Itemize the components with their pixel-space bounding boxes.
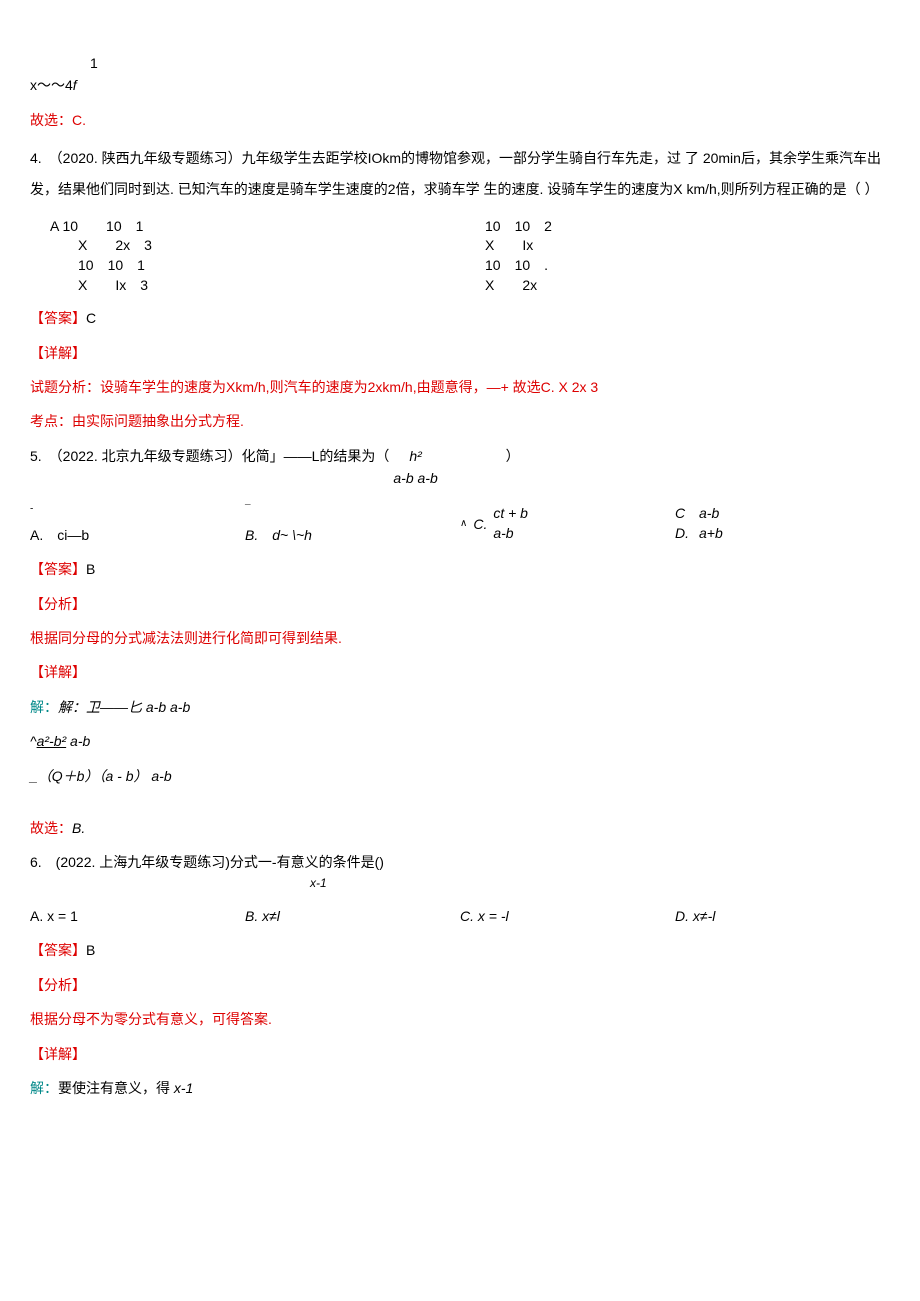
analyze-label: 【分析】: [30, 974, 890, 996]
q4-option-a-block: A 10 10 1 X 2x 3 10 10 1 X Ix 3: [50, 217, 455, 295]
q4-stem: 4. （2020. 陕西九年级专题练习）九年级学生去距学校IOkm的博物馆参观，…: [30, 143, 890, 205]
q6-solution-line: 解：要使注有意义，得 x-1: [30, 1077, 890, 1099]
q5-option-c: ∧ C. ct + ba-b: [460, 501, 675, 546]
answer-final-prefix: 故选：: [30, 820, 72, 836]
q4-options-right-block: 10 10 2 X Ix 10 10 . X 2x: [485, 217, 890, 295]
q6-stem: 6. (2022. 上海九年级专题练习)分式一-有意义的条件是() x-1: [30, 851, 890, 893]
answer-label: 【答案】: [30, 310, 86, 326]
answer-selection-c: 故选：C.: [30, 109, 890, 131]
q4-analysis-text: 试题分析：设骑车学生的速度为Xkm/h,则汽车的速度为2xkm/h,由题意得，—…: [30, 376, 890, 398]
q5-solution-line1: 解：解：卫——匕 a-b a-b: [30, 696, 890, 718]
q5-answer-final-value: B.: [72, 820, 85, 836]
detail-label: 【详解】: [30, 661, 890, 683]
q5-option-d: CD. a-ba+b: [675, 501, 890, 546]
fragment-line2: x～～4f: [30, 74, 890, 96]
q5-option-a: -A. ci—b: [30, 501, 245, 546]
q6-option-a: A. x = 1: [30, 905, 245, 927]
answer-label: 【答案】: [30, 942, 86, 958]
q5-solution-line3: _（Q＋b）（a - b） a-b: [30, 765, 890, 787]
q5-analyze-text: 根据同分母的分式减法法则进行化简即可得到结果.: [30, 627, 890, 649]
q5-stem: 5. （2022. 北京九年级专题练习）化简」——L的结果为（ h² a-b a…: [30, 445, 890, 490]
q4-point-text: 考点：由实际问题抽象出分式方程.: [30, 410, 890, 432]
q5-option-b: ¯B. d~ \~h: [245, 501, 460, 546]
q5-solution-line2: ^a²-b² a-b: [30, 730, 890, 752]
detail-label: 【详解】: [30, 1043, 890, 1065]
q4-answer-value: C: [86, 310, 96, 326]
q6-analyze-text: 根据分母不为零分式有意义，可得答案.: [30, 1008, 890, 1030]
q5-answer-value: B: [86, 561, 95, 577]
q6-option-d: D. x≠-l: [675, 905, 890, 927]
q6-option-b: B. x≠l: [245, 905, 460, 927]
q6-option-c: C. x = -l: [460, 905, 675, 927]
analyze-label: 【分析】: [30, 593, 890, 615]
detail-label: 【详解】: [30, 342, 890, 364]
q6-answer-value: B: [86, 942, 95, 958]
fragment-line1: 1: [90, 52, 890, 74]
answer-label: 【答案】: [30, 561, 86, 577]
